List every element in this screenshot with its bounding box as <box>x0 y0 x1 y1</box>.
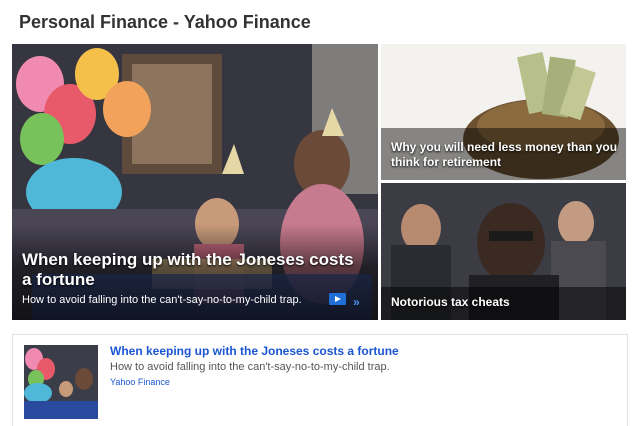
side-story-tile-tax-cheats[interactable]: Notorious tax cheats <box>381 183 626 320</box>
story-thumbnail-image <box>24 345 98 419</box>
side-story-tile-retirement[interactable]: Why you will need less money than you th… <box>381 44 626 180</box>
story-thumbnail[interactable] <box>24 345 98 419</box>
story-card-summary: How to avoid falling into the can't-say-… <box>110 361 390 373</box>
story-card-source[interactable]: Yahoo Finance <box>110 377 170 387</box>
side-story-headline-tax-cheats[interactable]: Notorious tax cheats <box>391 295 510 310</box>
main-story-headline[interactable]: When keeping up with the Joneses costs a… <box>22 250 367 290</box>
double-chevron-right-icon[interactable]: » <box>353 295 360 309</box>
hero-grid: When keeping up with the Joneses costs a… <box>12 44 626 320</box>
main-story-tile[interactable]: When keeping up with the Joneses costs a… <box>12 44 378 320</box>
story-card[interactable]: When keeping up with the Joneses costs a… <box>12 334 628 426</box>
page-title: Personal Finance - Yahoo Finance <box>19 12 311 32</box>
main-story-summary: How to avoid falling into the can't-say-… <box>22 294 302 306</box>
story-card-title[interactable]: When keeping up with the Joneses costs a… <box>110 344 399 358</box>
play-icon[interactable] <box>329 293 346 305</box>
side-story-headline-retirement[interactable]: Why you will need less money than you th… <box>391 140 623 170</box>
